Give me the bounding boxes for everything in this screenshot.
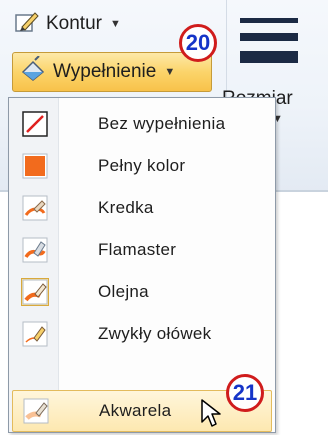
crayon-icon — [21, 194, 49, 222]
menu-item-label: Bez wypełnienia — [98, 114, 226, 133]
menu-item-label: Pełny kolor — [98, 156, 186, 175]
menu-item-label: Zwykły ołówek — [98, 324, 212, 343]
fill-button[interactable]: Wypełnienie ▼ — [12, 52, 212, 92]
pencil-icon — [21, 320, 49, 348]
menu-item-solid-color[interactable]: Pełny kolor — [12, 145, 272, 187]
outline-button[interactable]: Kontur ▼ — [10, 8, 160, 40]
line-thickness-icon[interactable] — [240, 16, 298, 72]
menu-item-oil[interactable]: Olejna — [12, 271, 272, 313]
mouse-cursor-icon — [201, 399, 221, 427]
paint-ribbon-screenshot: Kontur ▼ Wypełnienie ▼ Rozmiar ▼ 20 — [0, 0, 328, 435]
chevron-down-icon: ▼ — [164, 66, 176, 78]
menu-item-label: Olejna — [98, 282, 149, 301]
menu-item-crayon[interactable]: Kredka — [12, 187, 272, 229]
solid-color-icon — [21, 152, 49, 180]
menu-item-pencil[interactable]: Zwykły ołówek — [12, 313, 272, 355]
no-fill-icon — [21, 110, 49, 138]
paint-bucket-icon — [19, 55, 47, 88]
menu-item-label: Kredka — [98, 198, 154, 217]
menu-item-label: Flamaster — [98, 240, 177, 259]
chevron-down-icon: ▼ — [109, 18, 121, 30]
step-badge-21: 21 — [226, 374, 264, 412]
outline-button-label: Kontur — [46, 13, 102, 34]
menu-item-no-fill[interactable]: Bez wypełnienia — [12, 103, 272, 145]
marker-icon — [21, 236, 49, 264]
watercolor-icon — [22, 397, 50, 425]
menu-item-label: Akwarela — [99, 401, 172, 420]
pencil-outline-icon — [14, 9, 40, 39]
menu-item-marker[interactable]: Flamaster — [12, 229, 272, 271]
step-badge-20: 20 — [179, 24, 217, 62]
fill-button-label: Wypełnienie — [53, 61, 157, 82]
oil-paint-icon — [21, 278, 49, 306]
